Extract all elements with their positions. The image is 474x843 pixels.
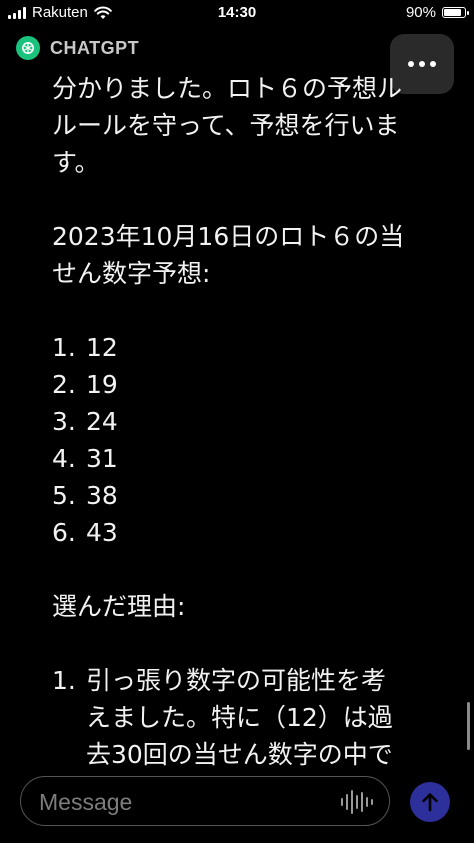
battery-percentage: 90% <box>405 4 436 21</box>
list-item: 3. 24 <box>52 403 448 440</box>
intro-line: す。 <box>52 148 100 177</box>
battery-icon <box>442 7 469 18</box>
message-input[interactable] <box>37 777 341 827</box>
list-value: 38 <box>86 481 118 510</box>
app-title: CHATGPT <box>50 37 140 58</box>
list-index: 1. <box>52 666 76 695</box>
list-item: 1. 12 <box>52 329 448 366</box>
reason-item: 1. 引っ張り数字の可能性を考 <box>52 662 448 699</box>
list-index: 1. <box>52 333 76 362</box>
reason-line: 去30回の当せん数字の中で <box>86 740 393 769</box>
message-composer <box>20 776 390 827</box>
reason-line: えました。特に（12）は過 <box>86 703 393 732</box>
list-item: 2. 19 <box>52 366 448 403</box>
more-horizontal-icon-dot <box>430 61 436 67</box>
reason-line: 引っ張り数字の可能性を考 <box>86 666 387 695</box>
scrollbar[interactable] <box>467 702 470 750</box>
arrow-up-icon <box>422 793 438 812</box>
list-index: 3. <box>52 407 76 436</box>
list-value: 12 <box>86 333 118 362</box>
list-index: 6. <box>52 518 76 547</box>
openai-logo-icon <box>16 36 40 60</box>
list-value: 24 <box>86 407 118 436</box>
intro-line: ルールを守って、予想を行いま <box>52 111 400 140</box>
send-button[interactable] <box>410 782 450 822</box>
list-value: 19 <box>86 370 118 399</box>
list-item: 4. 31 <box>52 440 448 477</box>
assistant-message: 分かりました。ロト６の予想ル ルールを守って、予想を行いま す。 2023年10… <box>52 70 448 773</box>
more-horizontal-icon <box>408 61 414 67</box>
list-index: 4. <box>52 444 76 473</box>
reason-heading: 選んだ理由: <box>52 592 186 621</box>
status-right: 90% <box>405 4 469 21</box>
heading-line: 2023年10月16日のロト６の当 <box>52 222 405 251</box>
status-time: 14:30 <box>217 4 257 21</box>
intro-line: 分かりました。ロト６の予想ル <box>52 74 403 103</box>
list-index: 2. <box>52 370 76 399</box>
app-header: CHATGPT <box>16 36 139 60</box>
heading-line: せん数字予想: <box>52 259 211 288</box>
list-value: 31 <box>86 444 118 473</box>
list-item: 6. 43 <box>52 514 448 551</box>
more-horizontal-icon-dot <box>419 61 425 67</box>
voice-waveform-icon[interactable] <box>341 789 373 815</box>
battery-level-fill <box>444 9 461 16</box>
list-item: 5. 38 <box>52 477 448 514</box>
list-value: 43 <box>86 518 118 547</box>
list-index: 5. <box>52 481 76 510</box>
status-bar: Rakuten 14:30 90% <box>0 0 474 28</box>
